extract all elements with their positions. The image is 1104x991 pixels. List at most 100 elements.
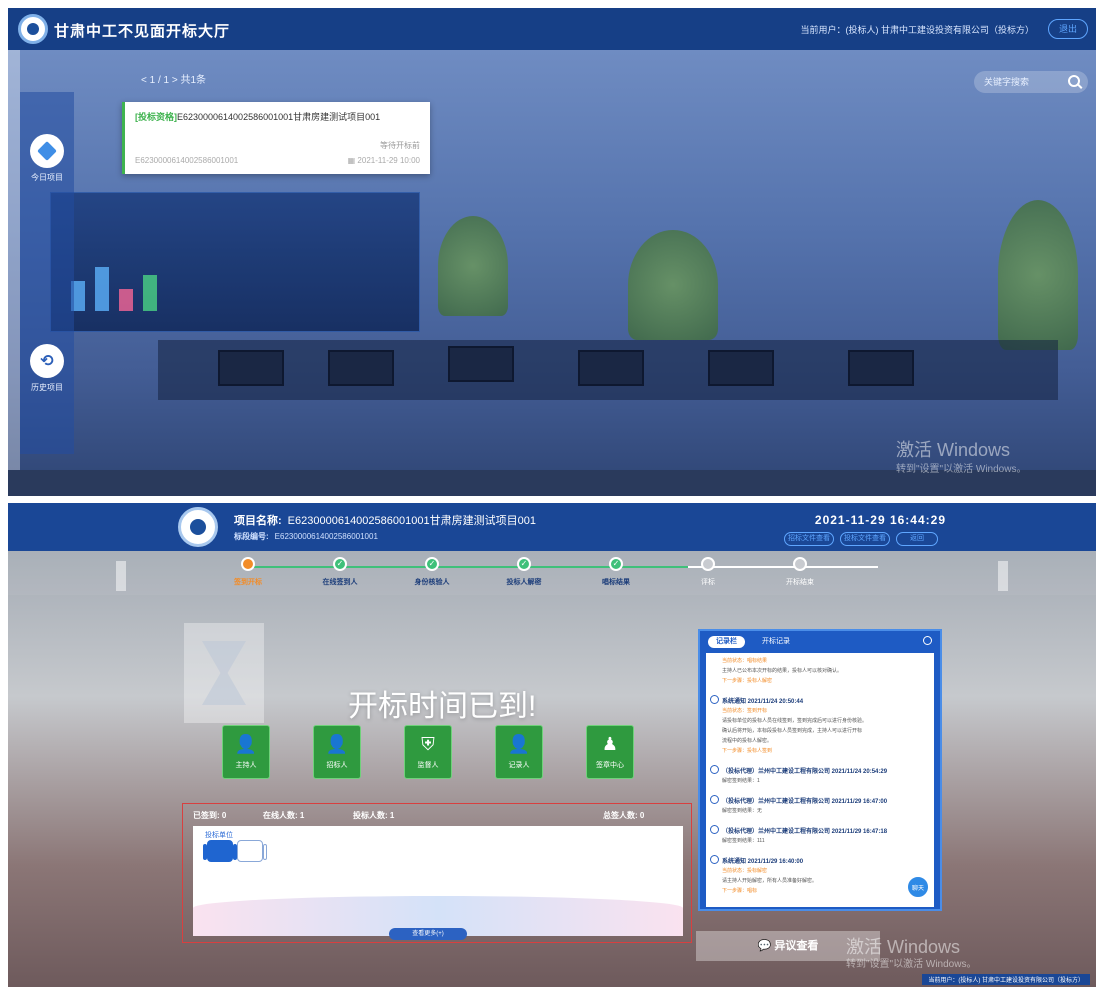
bidder-count: 投标人数: 1 — [353, 811, 395, 820]
history-icon: ⟲ — [30, 344, 64, 378]
seat-area: 投标单位 — [193, 826, 683, 936]
log-line: 下一步骤：唱标 — [722, 888, 758, 894]
log-line: 当前状态：签到开标 — [722, 708, 768, 714]
check-icon: ✓ — [425, 557, 439, 571]
pagination[interactable]: < 1 / 1 > 共1条 — [141, 71, 206, 86]
section-code-line: 标段编号: E6230000614002586001001 — [234, 532, 378, 541]
step-3: ✓ 身份核验人 — [397, 557, 467, 587]
user-circle-icon — [710, 795, 719, 804]
log-entry-head: 系统通知 2021/11/29 16:40:00 — [722, 859, 804, 865]
log-line: 下一步骤：投标人签到 — [722, 748, 773, 754]
tab-records[interactable]: 记录栏 — [708, 636, 745, 648]
project-card[interactable]: [投标资格]E6230000614002586001001甘肃房建测试项目001… — [122, 102, 430, 174]
log-entry-head: 系统通知 2021/11/24 20:50:44 — [722, 699, 804, 705]
search-icon[interactable] — [923, 636, 932, 645]
room-header: 项目名称: E6230000614002586001001甘肃房建测试项目001 … — [8, 503, 1096, 551]
opening-notice: 开标时间已到! — [348, 690, 537, 723]
step-label: 开标结束 — [786, 579, 814, 586]
chat-button[interactable]: 聊天 — [906, 875, 930, 899]
seat-stats: 已签到: 0 在线人数: 1 投标人数: 1 总签人数: 0 — [193, 810, 683, 824]
windows-watermark: 激活 Windows — [896, 440, 1011, 460]
check-icon: ✓ — [517, 557, 531, 571]
footer-user-info: 当前用户：(投标人) 甘肃中工建设投资有限公司（投标方） — [922, 974, 1090, 985]
project-status: 等待开标前 — [380, 141, 420, 150]
step-label: 签到开标 — [234, 579, 262, 586]
step-1: 签到开标 — [213, 557, 283, 587]
bid-doc-button[interactable]: 投标文件查看 — [840, 532, 890, 546]
process-stepper: 签到开标 ✓ 在线签到人 ✓ 身份核验人 ✓ 投标人解密 ✓ 唱标结果 评标 开标结束 — [8, 551, 1096, 595]
record-tabs: 记录栏 开标记录 — [700, 631, 940, 653]
search-box — [974, 71, 1088, 93]
bid-opening-room: 项目名称: E6230000614002586001001甘肃房建测试项目001 … — [8, 503, 1096, 987]
shield-icon: ⛨ — [421, 734, 435, 754]
role-recorder-button[interactable]: 👤 记录人 — [495, 725, 543, 779]
role-host-button[interactable]: 👤 主持人 — [222, 725, 270, 779]
seat-empty[interactable] — [237, 840, 263, 862]
emblem-icon — [18, 14, 48, 44]
project-title: E6230000614002586001001甘肃房建测试项目001 — [177, 112, 381, 122]
emblem-icon — [178, 507, 218, 547]
log-line: 主持人已公布本次开标的结果，投标人可以核对确认。 — [722, 668, 843, 674]
online-count: 在线人数: 1 — [263, 811, 305, 820]
search-icon[interactable] — [1068, 75, 1080, 87]
record-list[interactable]: 当前状态：唱标结果 主持人已公布本次开标的结果，投标人可以核对确认。 下一步骤：投标… — [706, 653, 934, 907]
step-label: 唱标结果 — [602, 579, 630, 586]
role-tenderer-button[interactable]: 👤 招标人 — [313, 725, 361, 779]
log-line: 请投标单位的投标人员在线签到，签到完成后可以进行身份核验。 — [722, 718, 868, 724]
tab-opening-log[interactable]: 开标记录 — [762, 636, 790, 648]
user-clock-icon: 👤 — [507, 734, 531, 754]
step-dot-icon — [793, 557, 807, 571]
windows-watermark-sub: 转到"设置"以激活 Windows。 — [896, 464, 1027, 475]
tender-doc-button[interactable]: 招标文件查看 — [784, 532, 834, 546]
log-entry-head: （投标代理）兰州中工建设工程有限公司 2021/11/29 16:47:00 — [722, 799, 888, 805]
view-more-button[interactable]: 查看更多(+) — [389, 928, 467, 940]
calendar-icon: ▦ — [347, 156, 358, 165]
log-line: 解密签到结果：无 — [722, 808, 763, 814]
role-supervisor-button[interactable]: ⛨ 监督人 — [404, 725, 452, 779]
step-7: 开标结束 — [765, 557, 835, 587]
step-label: 投标人解密 — [506, 579, 542, 586]
check-icon: ✓ — [333, 557, 347, 571]
step-dot-icon — [701, 557, 715, 571]
current-datetime: 2021-11-29 16:44:29 — [814, 513, 946, 527]
left-slide-tab[interactable] — [116, 561, 126, 591]
user-circle-icon — [710, 855, 719, 864]
right-slide-tab[interactable] — [998, 561, 1008, 591]
project-card-title: [投标资格]E6230000614002586001001甘肃房建测试项目001 — [135, 110, 380, 123]
step-label: 身份核验人 — [414, 579, 450, 586]
user-icon: ♟ — [601, 734, 619, 754]
record-panel: 记录栏 开标记录 当前状态：唱标结果 主持人已公布本次开标的结果，投标人可以核对确… — [698, 629, 942, 911]
project-code: E6230000614002586001001 — [135, 156, 239, 165]
back-button[interactable]: 返回 — [896, 532, 938, 546]
role-signature-button[interactable]: ♟ 签章中心 — [586, 725, 634, 779]
log-line: 解密签到结果：111 — [722, 838, 765, 844]
log-entry-head: （投标代理）兰州中工建设工程有限公司 2021/11/24 20:54:29 — [722, 769, 888, 775]
project-name-line: 项目名称: E6230000614002586001001甘肃房建测试项目001 — [234, 515, 536, 527]
user-circle-icon — [710, 765, 719, 774]
seat-panel: 已签到: 0 在线人数: 1 投标人数: 1 总签人数: 0 投标单位 查看更多… — [182, 803, 692, 943]
log-line: 请主持人开始解密，所有人员准备好解密。 — [722, 878, 818, 884]
total-count: 总签人数: 0 — [603, 811, 645, 820]
chat-bubble-icon: 💬 — [757, 940, 775, 952]
left-sidebar: 今日项目 ⟲ 历史项目 — [20, 92, 74, 454]
log-entry-head: （投标代理）兰州中工建设工程有限公司 2021/11/29 16:47:18 — [722, 829, 888, 835]
sidebar-item-label: 今日项目 — [31, 173, 63, 182]
search-input[interactable] — [984, 75, 1064, 89]
sidebar-item-today[interactable]: 今日项目 — [26, 134, 68, 183]
project-time: ▦ 2021-11-29 10:00 — [347, 156, 420, 165]
hall-list-screen: 甘肃中工不见面开标大厅 当前用户：(投标人) 甘肃中工建设投资有限公司（投标方）… — [8, 8, 1096, 496]
cube-icon — [30, 134, 64, 168]
step-label: 评标 — [701, 579, 715, 586]
seat-group-label: 投标单位 — [205, 832, 233, 839]
step-dot-icon — [241, 557, 255, 571]
log-line: 确认后将开始，本标段投标人员签到完成，主持人可以进行开标 — [722, 728, 863, 734]
user-circle-icon — [710, 695, 719, 704]
seat-occupied[interactable] — [207, 840, 233, 862]
log-line: 下一步骤：投标人解密 — [722, 678, 773, 684]
video-wall-image — [50, 192, 420, 332]
sidebar-item-history[interactable]: ⟲ 历史项目 — [26, 344, 68, 393]
app-title: 甘肃中工不见面开标大厅 — [54, 23, 231, 40]
windows-watermark-sub: 转到"设置"以激活 Windows。 — [846, 959, 977, 970]
logout-button[interactable]: 退出 — [1048, 19, 1088, 39]
user-lock-icon: 👤 — [325, 734, 349, 754]
